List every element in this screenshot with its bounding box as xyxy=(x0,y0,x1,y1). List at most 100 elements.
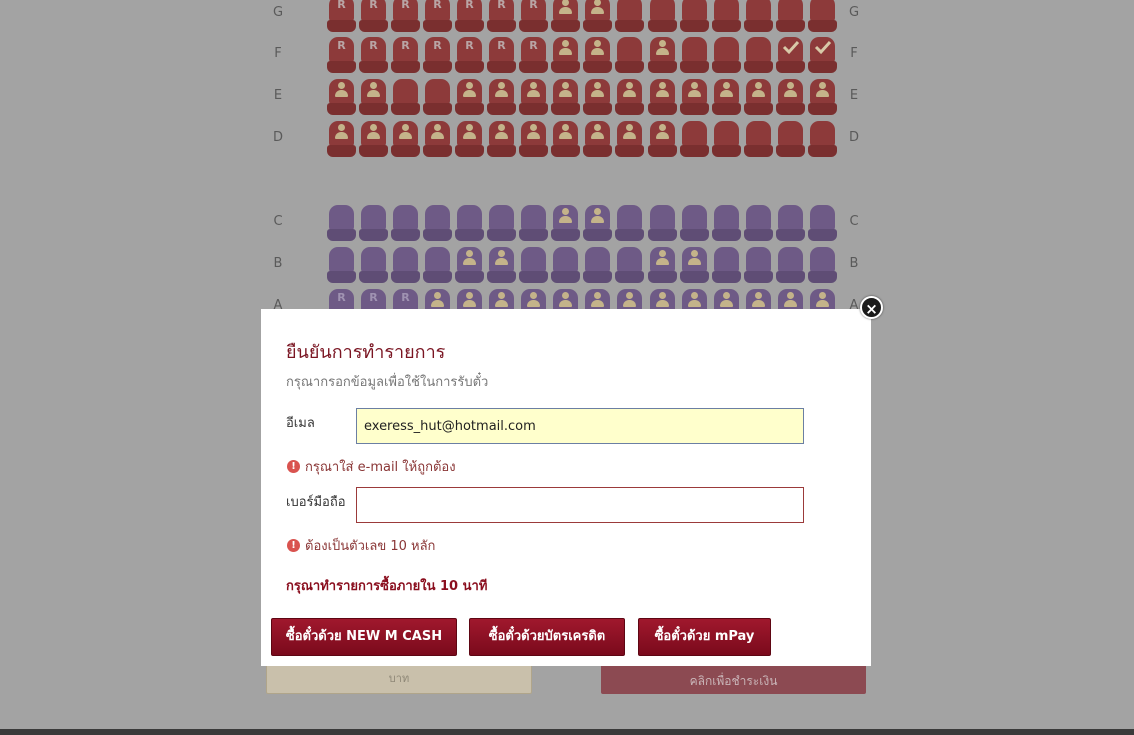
occupied-person-icon xyxy=(431,292,444,308)
seat xyxy=(744,121,773,157)
reserved-mark: R xyxy=(465,0,474,11)
seat xyxy=(680,205,709,241)
buy-with-mcash-button[interactable]: ซื้อตั๋วด้วย NEW M CASH xyxy=(271,618,457,656)
seat xyxy=(519,205,548,241)
seat xyxy=(712,247,741,283)
reserved-mark: R xyxy=(433,39,442,52)
seat xyxy=(776,247,805,283)
seat xyxy=(808,79,837,115)
seat xyxy=(776,79,805,115)
seat xyxy=(551,205,580,241)
reserved-mark: R xyxy=(369,291,378,304)
seat: R xyxy=(327,0,356,32)
occupied-person-icon xyxy=(591,40,604,56)
amount-field-background: บาท xyxy=(266,664,532,694)
seat xyxy=(551,0,580,32)
seat xyxy=(744,205,773,241)
reserved-mark: R xyxy=(529,0,538,11)
seat xyxy=(615,79,644,115)
seat xyxy=(327,205,356,241)
seat xyxy=(615,37,644,73)
reserved-mark: R xyxy=(401,39,410,52)
seat xyxy=(615,205,644,241)
row-letter: C xyxy=(273,214,283,229)
phone-label: เบอร์มือถือ xyxy=(286,495,346,510)
seat xyxy=(712,37,741,73)
occupied-person-icon xyxy=(816,292,829,308)
seat xyxy=(455,79,484,115)
seat xyxy=(487,79,516,115)
occupied-person-icon xyxy=(367,82,380,98)
row-letter: C xyxy=(849,214,859,229)
row-letter: E xyxy=(273,88,283,103)
occupied-person-icon xyxy=(623,292,636,308)
occupied-person-icon xyxy=(784,292,797,308)
row-letter: G xyxy=(272,5,284,20)
occupied-person-icon xyxy=(399,124,412,140)
occupied-person-icon xyxy=(752,82,765,98)
seat xyxy=(776,0,805,32)
occupied-person-icon xyxy=(816,82,829,98)
row-letter: D xyxy=(848,130,859,145)
occupied-person-icon xyxy=(656,250,669,266)
email-field[interactable] xyxy=(356,408,804,444)
seat xyxy=(391,79,420,115)
seat: R xyxy=(519,37,548,73)
seat xyxy=(776,205,805,241)
seat xyxy=(808,205,837,241)
seat xyxy=(712,79,741,115)
selected-check-icon xyxy=(814,40,832,55)
seat xyxy=(776,37,805,73)
seat xyxy=(680,0,709,32)
row-letter: E xyxy=(849,88,859,103)
seat xyxy=(583,79,612,115)
seat xyxy=(648,205,677,241)
reserved-mark: R xyxy=(369,0,378,11)
reserved-mark: R xyxy=(401,0,410,11)
row-letter: F xyxy=(850,46,858,61)
occupied-person-icon xyxy=(591,82,604,98)
seat: R xyxy=(423,37,452,73)
seat xyxy=(680,121,709,157)
occupied-person-icon xyxy=(656,292,669,308)
seat xyxy=(423,247,452,283)
seat xyxy=(487,247,516,283)
seat: R xyxy=(487,0,516,32)
reserved-mark: R xyxy=(337,0,346,11)
occupied-person-icon xyxy=(335,82,348,98)
seat xyxy=(680,79,709,115)
occupied-person-icon xyxy=(656,124,669,140)
row-letter: F xyxy=(274,46,282,61)
occupied-person-icon xyxy=(527,82,540,98)
reserved-mark: R xyxy=(337,291,346,304)
row-letter: B xyxy=(849,256,859,271)
occupied-person-icon xyxy=(463,82,476,98)
occupied-person-icon xyxy=(720,292,733,308)
occupied-person-icon xyxy=(495,250,508,266)
occupied-person-icon xyxy=(623,82,636,98)
row-letter: B xyxy=(273,256,283,271)
row-letter: G xyxy=(848,5,860,20)
seat xyxy=(487,205,516,241)
close-icon[interactable]: × xyxy=(860,296,883,319)
seat xyxy=(391,247,420,283)
phone-field[interactable] xyxy=(356,487,804,523)
seat xyxy=(583,37,612,73)
occupied-person-icon xyxy=(335,124,348,140)
seat xyxy=(712,205,741,241)
seat xyxy=(519,79,548,115)
buy-with-mpay-button[interactable]: ซื้อตั๋วด้วย mPay xyxy=(638,618,771,656)
seat xyxy=(327,247,356,283)
seat: R xyxy=(455,37,484,73)
modal-subtitle: กรุณากรอกข้อมูลเพื่อใช้ในการรับตั๋ว xyxy=(286,375,489,390)
seat xyxy=(648,0,677,32)
seat xyxy=(487,121,516,157)
seat xyxy=(615,0,644,32)
buy-with-credit-card-button[interactable]: ซื้อตั๋วด้วยบัตรเครดิต xyxy=(469,618,625,656)
seat xyxy=(359,79,388,115)
seat xyxy=(551,79,580,115)
seat: R xyxy=(487,37,516,73)
occupied-person-icon xyxy=(720,82,733,98)
seat xyxy=(712,0,741,32)
seat xyxy=(648,79,677,115)
